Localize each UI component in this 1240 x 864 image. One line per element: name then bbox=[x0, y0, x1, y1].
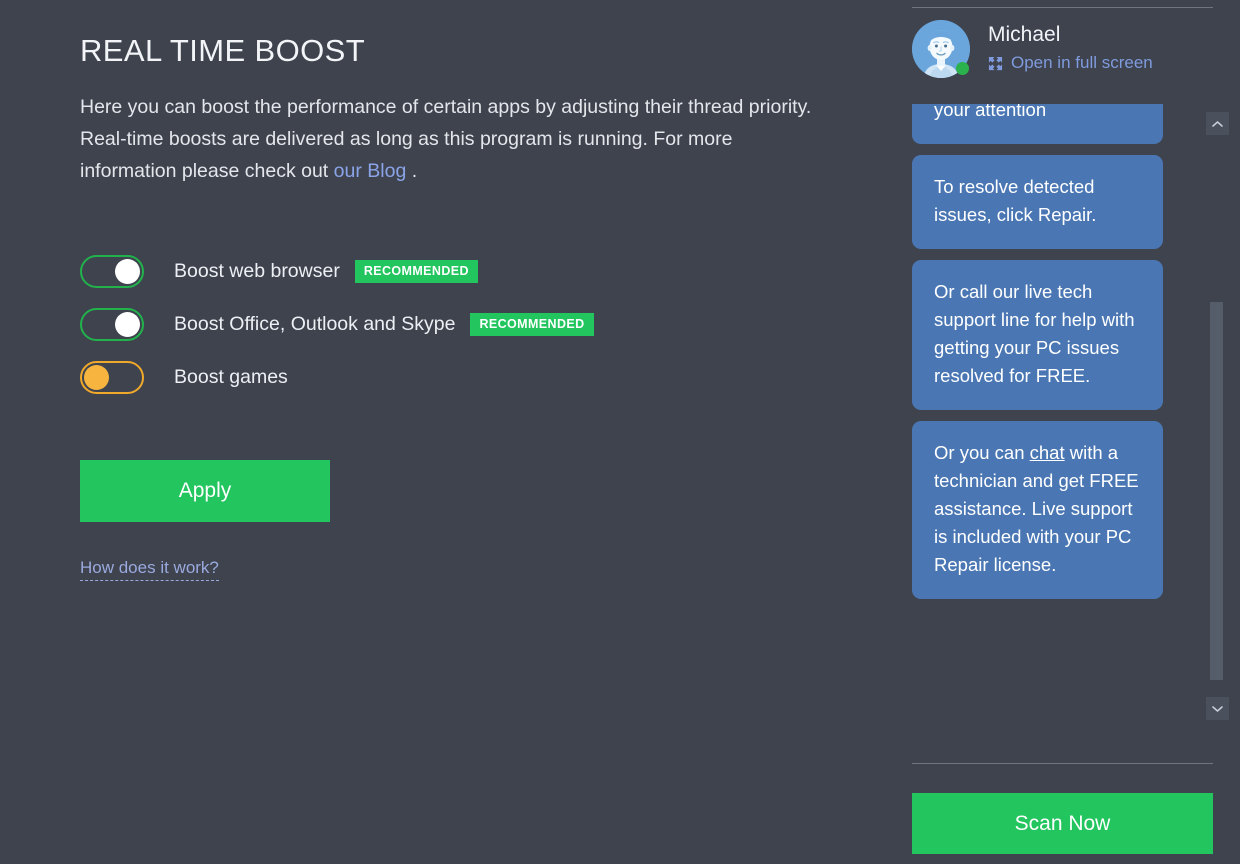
open-in-full-screen-label: Open in full screen bbox=[1011, 53, 1153, 72]
scrollbar-thumb[interactable] bbox=[1210, 302, 1223, 680]
toggle-row-games: Boost games bbox=[80, 359, 860, 396]
sidebar-bottom-divider bbox=[912, 763, 1213, 764]
technician-profile: Michael Open in full screen bbox=[912, 20, 1153, 78]
support-sidebar: Michael Open in full screen issues that … bbox=[900, 0, 1240, 864]
toggle-knob bbox=[115, 259, 140, 285]
chat-bubble-text: Or you can bbox=[934, 442, 1030, 463]
chat-bubble-text: issues that may need your attention bbox=[934, 104, 1047, 120]
toggle-row-web-browser: Boost web browser RECOMMENDED bbox=[80, 253, 860, 290]
chat-bubble: To resolve detected issues, click Repair… bbox=[912, 155, 1163, 249]
real-time-boost-panel: REAL TIME BOOST Here you can boost the p… bbox=[0, 0, 900, 864]
chat-bubble-text: To resolve detected issues, click Repair… bbox=[934, 176, 1097, 225]
online-status-dot bbox=[956, 62, 969, 75]
apply-button[interactable]: Apply bbox=[80, 460, 330, 523]
scroll-up-button[interactable] bbox=[1206, 112, 1229, 135]
recommended-badge-web-browser: RECOMMENDED bbox=[354, 260, 478, 283]
chevron-up-icon bbox=[1212, 120, 1223, 127]
chat-bubble: issues that may need your attention bbox=[912, 104, 1163, 144]
toggle-boost-office[interactable] bbox=[80, 308, 144, 342]
chat-bubble-text: Or call our live tech support line for h… bbox=[934, 281, 1135, 386]
toggle-label-web-browser: Boost web browser bbox=[174, 260, 340, 283]
technician-name: Michael bbox=[988, 23, 1061, 46]
chat-message-list-inner: issues that may need your attention To r… bbox=[912, 104, 1197, 610]
chat-bubble: Or you can chat with a technician and ge… bbox=[912, 421, 1163, 599]
how-does-it-work-link[interactable]: How does it work? bbox=[80, 558, 219, 582]
toggle-row-office: Boost Office, Outlook and Skype RECOMMEN… bbox=[80, 306, 860, 343]
sidebar-top-divider bbox=[912, 7, 1213, 8]
page-description-text-tail: . bbox=[406, 160, 418, 183]
chevron-down-icon bbox=[1212, 705, 1223, 712]
chat-bubble: Or call our live tech support line for h… bbox=[912, 260, 1163, 410]
avatar-wrapper bbox=[912, 20, 970, 78]
boost-toggle-list: Boost web browser RECOMMENDED Boost Offi… bbox=[80, 253, 860, 396]
chat-scrollbar[interactable] bbox=[1206, 112, 1229, 720]
toggle-knob bbox=[84, 365, 109, 391]
toggle-label-office: Boost Office, Outlook and Skype bbox=[174, 313, 456, 336]
scan-now-button[interactable]: Scan Now bbox=[912, 793, 1213, 854]
our-blog-link[interactable]: our Blog bbox=[334, 160, 407, 182]
open-in-full-screen-link[interactable]: Open in full screen bbox=[988, 53, 1153, 73]
toggle-label-games: Boost games bbox=[174, 366, 288, 389]
toggle-boost-web-browser[interactable] bbox=[80, 255, 144, 289]
page-description-text: Here you can boost the performance of ce… bbox=[80, 96, 812, 183]
page-description: Here you can boost the performance of ce… bbox=[80, 91, 820, 187]
toggle-knob bbox=[115, 312, 140, 338]
expand-fullscreen-icon bbox=[988, 56, 1003, 70]
chat-message-list: issues that may need your attention To r… bbox=[912, 104, 1197, 718]
page-title: REAL TIME BOOST bbox=[80, 33, 366, 68]
recommended-badge-office: RECOMMENDED bbox=[470, 313, 594, 336]
toggle-boost-games[interactable] bbox=[80, 361, 144, 395]
chat-link[interactable]: chat bbox=[1030, 442, 1065, 463]
scroll-down-button[interactable] bbox=[1206, 697, 1229, 720]
profile-text: Michael Open in full screen bbox=[988, 20, 1153, 73]
